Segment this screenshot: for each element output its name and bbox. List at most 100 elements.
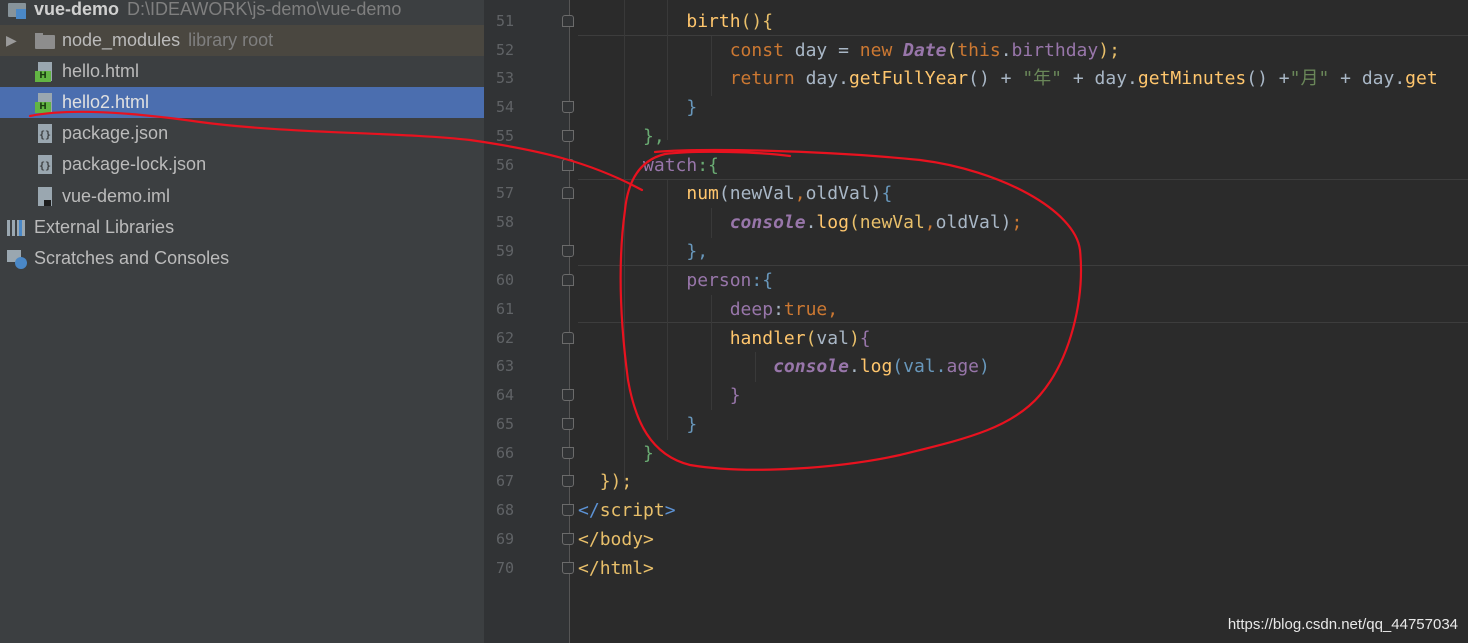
token: handler	[729, 328, 806, 349]
fold-marker-icon[interactable]	[562, 389, 574, 401]
tree-item-label: package-lock.json	[62, 154, 207, 174]
tree-item-vue-demo-iml[interactable]: vue-demo.iml	[0, 181, 484, 212]
token: () +	[1246, 68, 1290, 89]
tree-item-package-json[interactable]: package.json	[0, 118, 484, 149]
token: day.	[794, 68, 849, 89]
json-file-icon	[34, 123, 56, 145]
token: new	[859, 40, 893, 61]
fold-marker-icon[interactable]	[562, 15, 574, 27]
module-folder-icon	[6, 0, 28, 21]
token: );	[1098, 40, 1120, 61]
token: watch	[643, 155, 698, 176]
fold-marker-icon[interactable]	[562, 562, 574, 574]
token: get	[1405, 68, 1438, 89]
scratches-icon	[6, 248, 28, 270]
token: log	[816, 212, 849, 233]
token: + day.	[1062, 68, 1138, 89]
html-file-icon	[34, 92, 56, 114]
code-line-65: }	[578, 410, 697, 439]
token: </	[578, 558, 600, 579]
project-panel: vue-demo D:\IDEAWORK\js-demo\vue-demo ▶ …	[0, 0, 484, 643]
tree-item-hello2-html[interactable]: hello2.html	[0, 87, 484, 118]
iml-file-icon	[34, 186, 56, 208]
token: .	[848, 356, 860, 377]
html-file-icon	[34, 61, 56, 83]
token: "年"	[1022, 68, 1063, 89]
fold-marker-icon[interactable]	[562, 533, 574, 545]
tree-item-label: hello.html	[62, 61, 140, 81]
token: const	[729, 40, 784, 61]
token: + day.	[1329, 68, 1406, 89]
gutter-divider	[569, 0, 570, 643]
token: val	[816, 328, 849, 349]
token: getMinutes	[1137, 68, 1247, 89]
token: {	[859, 328, 871, 349]
tree-item-hello-html[interactable]: hello.html	[0, 56, 484, 87]
code-line-52: const day = new Date(this.birthday);	[578, 36, 1120, 65]
code-line-57: num(newVal,oldVal){	[578, 179, 892, 208]
token: >	[664, 500, 676, 521]
token: this	[957, 40, 1001, 61]
fold-marker-icon[interactable]	[562, 332, 574, 344]
tree-item-label: Scratches and Consoles	[34, 248, 230, 268]
token: :{	[697, 155, 719, 176]
token: console	[729, 212, 806, 233]
fold-marker-icon[interactable]	[562, 274, 574, 286]
tree-item-external-libraries[interactable]: External Libraries	[0, 212, 484, 243]
fold-marker-icon[interactable]	[562, 504, 574, 516]
fold-marker-icon[interactable]	[562, 187, 574, 199]
token: num	[686, 183, 719, 204]
tree-item-scratches-consoles[interactable]: Scratches and Consoles	[0, 243, 484, 274]
line-number: 51	[495, 12, 514, 30]
token: .	[1000, 40, 1012, 61]
expand-arrow-icon[interactable]: ▶	[6, 32, 22, 49]
code-line-61: deep:true,	[578, 295, 838, 324]
token: }	[686, 414, 698, 435]
fold-marker-icon[interactable]	[562, 101, 574, 113]
tree-item-label: package.json	[62, 123, 169, 143]
token: .	[805, 212, 817, 233]
fold-marker-icon[interactable]	[562, 447, 574, 459]
token: (){	[740, 11, 774, 32]
token: body	[599, 529, 644, 550]
code-line-67: });	[578, 467, 633, 496]
line-number: 57	[495, 184, 514, 202]
fold-marker-icon[interactable]	[562, 245, 574, 257]
folder-icon	[34, 30, 56, 52]
code-editor[interactable]: 51 52 53 54 55 56 57 58 59 60 61 62 63 6…	[484, 0, 1468, 643]
code-line-70: </html>	[578, 554, 654, 583]
code-line-55: },	[578, 122, 665, 151]
fold-marker-icon[interactable]	[562, 475, 574, 487]
token: person	[686, 270, 752, 291]
token: (	[805, 328, 817, 349]
code-line-64: }	[578, 381, 741, 410]
line-number: 53	[495, 69, 514, 87]
token: >	[643, 529, 654, 550]
libraries-icon	[6, 217, 28, 239]
token: getFullYear	[848, 68, 969, 89]
token: "月"	[1289, 68, 1330, 89]
tree-item-node-modules[interactable]: ▶ node_modules library root	[0, 25, 484, 56]
fold-marker-icon[interactable]	[562, 418, 574, 430]
tree-root-vue-demo[interactable]: vue-demo D:\IDEAWORK\js-demo\vue-demo	[0, 0, 484, 25]
tree-item-package-lock-json[interactable]: package-lock.json	[0, 149, 484, 180]
code-line-59: },	[578, 237, 708, 266]
tree-item-label: vue-demo.iml	[62, 186, 171, 206]
tree-item-label: node_modules	[62, 30, 181, 50]
line-number: 68	[495, 501, 514, 519]
token: },	[686, 241, 709, 262]
line-number: 55	[495, 127, 514, 145]
token: (val.	[892, 356, 947, 377]
line-number: 56	[495, 156, 514, 174]
line-number: 67	[495, 472, 514, 490]
fold-marker-icon[interactable]	[562, 130, 574, 142]
token: ,	[924, 212, 936, 233]
token: (newVal	[848, 212, 925, 233]
token: html	[599, 558, 644, 579]
token: }	[729, 385, 741, 406]
token: birth	[686, 11, 741, 32]
line-number: 54	[495, 98, 514, 116]
fold-marker-icon[interactable]	[562, 159, 574, 171]
code-line-62: handler(val){	[578, 324, 871, 353]
token: birthday	[1011, 40, 1099, 61]
